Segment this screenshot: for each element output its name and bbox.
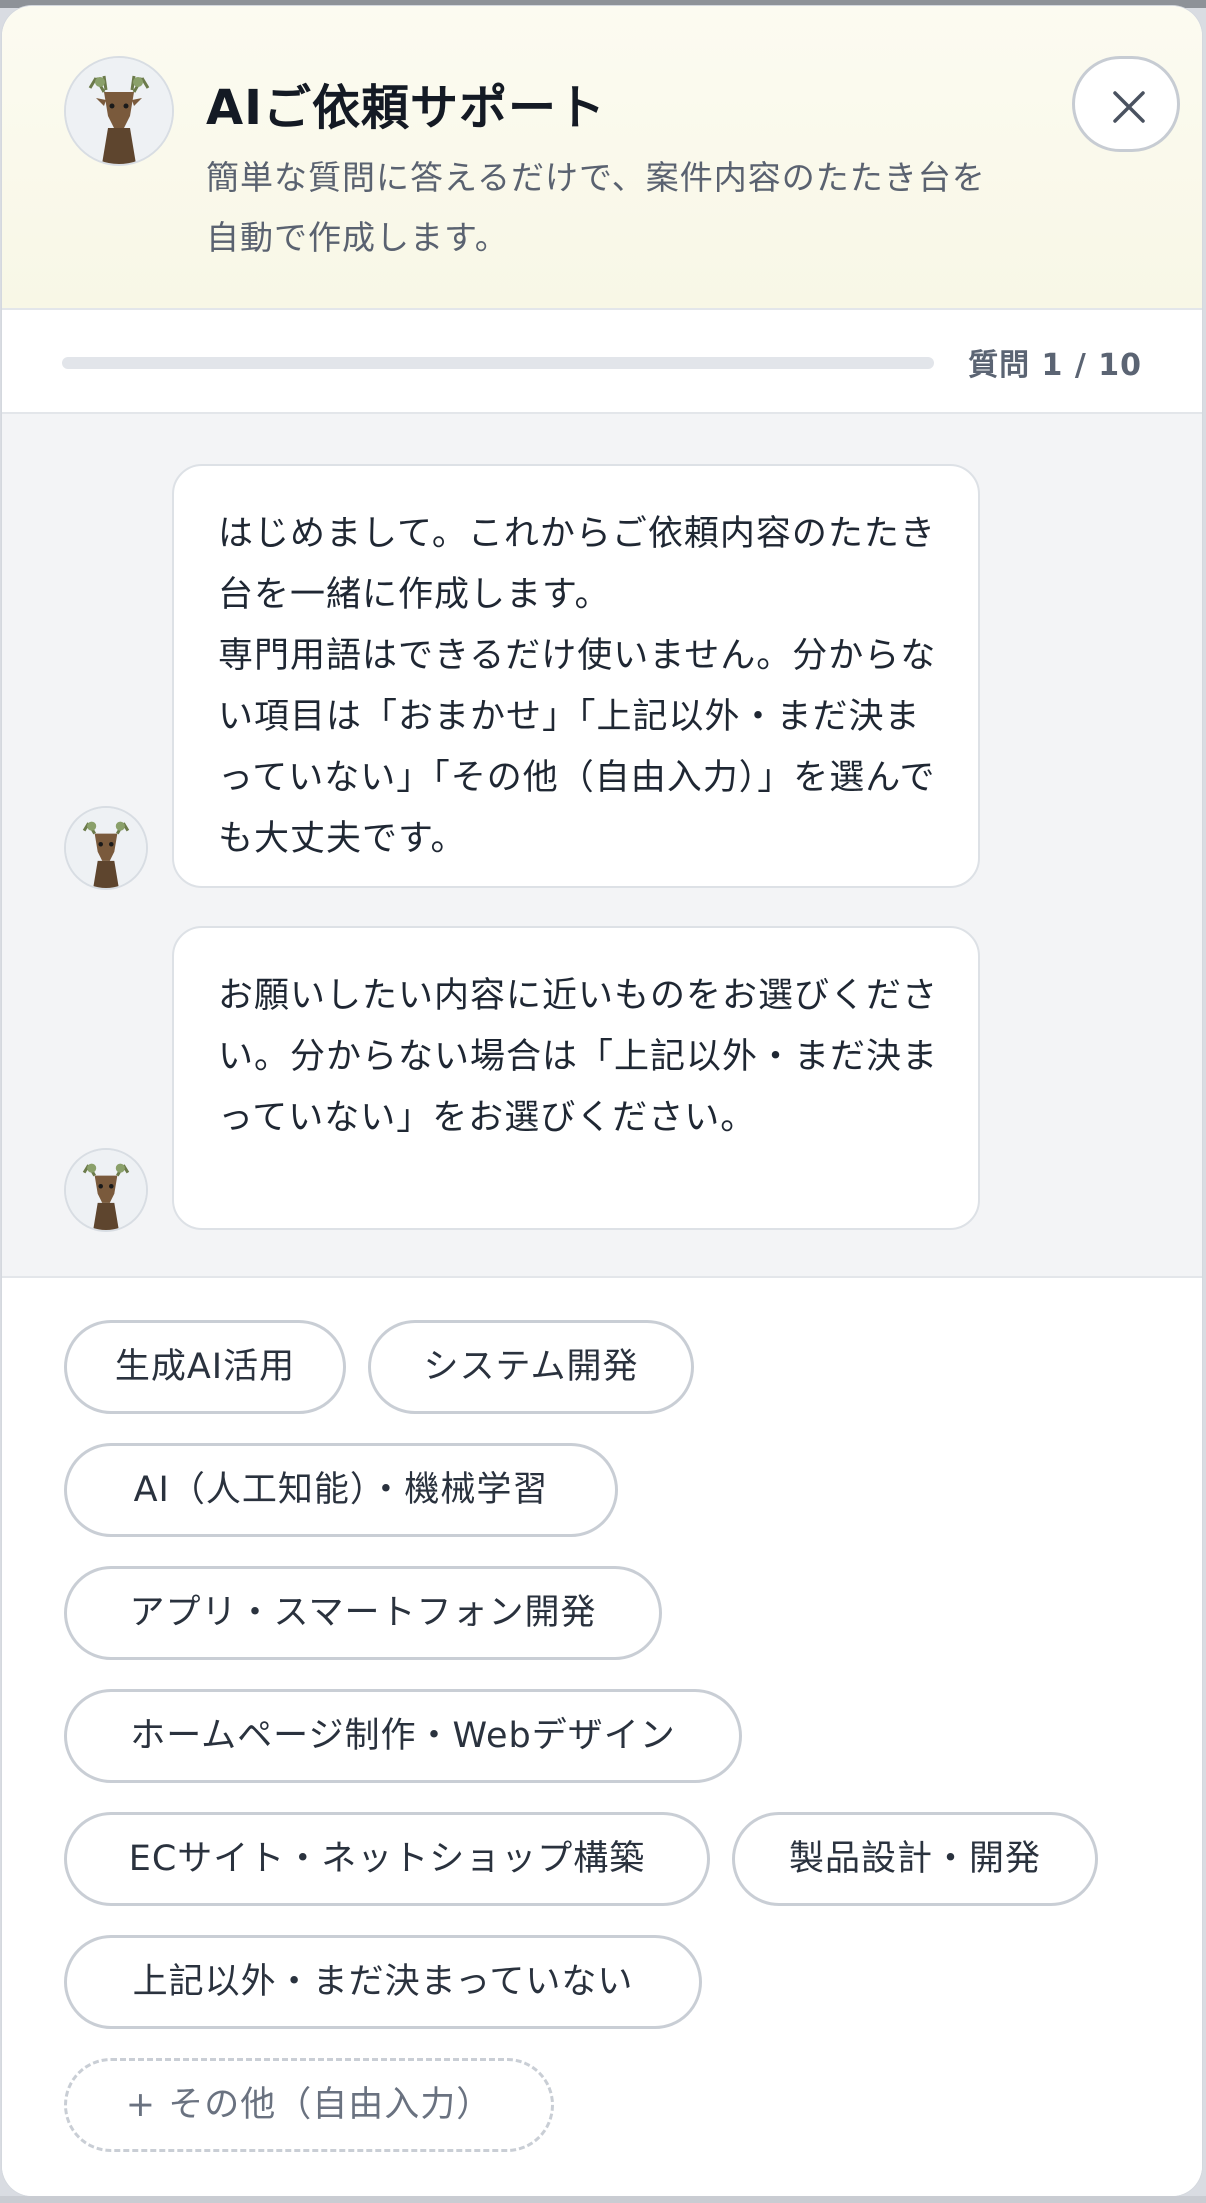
question-counter: 質問 1 / 10 xyxy=(968,348,1142,383)
option-chip-product-design[interactable]: 製品設計・開発 xyxy=(732,1812,1098,1906)
ai-request-support-panel: AIご依頼サポート 簡単な質問に答えるだけで、案件内容のたたき台を自動で作成しま… xyxy=(2,6,1202,2196)
option-chip-ec-site[interactable]: ECサイト・ネットショップ構築 xyxy=(64,1812,710,1906)
option-chip-undecided[interactable]: 上記以外・まだ決まっていない xyxy=(64,1935,702,2029)
option-chip-system-development[interactable]: システム開発 xyxy=(368,1320,694,1414)
option-chip-free-input[interactable]: + その他（自由入力） xyxy=(64,2058,554,2152)
panel-header: AIご依頼サポート 簡単な質問に答えるだけで、案件内容のたたき台を自動で作成しま… xyxy=(2,6,1202,310)
progress-bar xyxy=(62,357,934,369)
panel-title: AIご依頼サポート xyxy=(206,80,607,136)
deer-avatar-icon xyxy=(64,56,174,166)
close-icon xyxy=(1113,91,1145,123)
option-chip-ai-machine-learning[interactable]: AI（人工知能）・機械学習 xyxy=(64,1443,618,1537)
chat-message-bubble: はじめまして。これからご依頼内容のたたき台を一緒に作成します。 専門用語はできる… xyxy=(172,464,980,888)
close-button[interactable] xyxy=(1072,56,1180,152)
answer-options: 生成AI活用 システム開発 AI（人工知能）・機械学習 アプリ・スマートフォン開… xyxy=(2,1278,1202,2196)
progress-section: 質問 1 / 10 xyxy=(2,310,1202,414)
panel-subtitle: 簡単な質問に答えるだけで、案件内容のたたき台を自動で作成します。 xyxy=(206,158,986,257)
option-chip-web-design[interactable]: ホームページ制作・Webデザイン xyxy=(64,1689,742,1783)
chat-message-bubble: お願いしたい内容に近いものをお選びください。分からない場合は「上記以外・まだ決ま… xyxy=(172,926,980,1230)
option-chip-app-development[interactable]: アプリ・スマートフォン開発 xyxy=(64,1566,662,1660)
option-chip-generative-ai[interactable]: 生成AI活用 xyxy=(64,1320,346,1414)
chat-area: はじめまして。これからご依頼内容のたたき台を一緒に作成します。 専門用語はできる… xyxy=(2,414,1202,1278)
window-bottom-strip xyxy=(0,2196,1206,2203)
deer-avatar-icon xyxy=(64,1148,148,1232)
deer-avatar-icon xyxy=(64,806,148,890)
